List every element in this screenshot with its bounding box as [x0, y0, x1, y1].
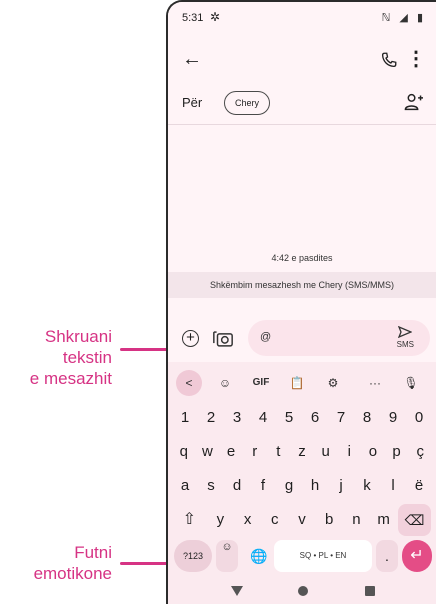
- nav-bar: [168, 580, 436, 604]
- key[interactable]: e: [220, 436, 242, 468]
- enter-key[interactable]: ↵: [402, 540, 432, 572]
- key[interactable]: m: [371, 504, 396, 536]
- keyboard-row-2: q w e r t z u i o p ç: [172, 436, 432, 468]
- key[interactable]: x: [235, 504, 260, 536]
- divider: [168, 124, 436, 125]
- period-key[interactable]: .: [376, 540, 398, 572]
- key[interactable]: n: [344, 504, 369, 536]
- gear-icon: ✲: [210, 10, 221, 24]
- keyboard-toolbar: < ☺ GIF 📋 ⚙ ··· 🎙: [168, 370, 436, 400]
- phone-icon[interactable]: [380, 51, 398, 69]
- key[interactable]: g: [277, 470, 301, 502]
- key[interactable]: w: [197, 436, 219, 468]
- sticker-icon[interactable]: ☺: [212, 370, 238, 396]
- key[interactable]: u: [315, 436, 337, 468]
- key[interactable]: 9: [381, 402, 405, 434]
- gif-icon[interactable]: GIF: [248, 370, 274, 396]
- add-person-icon[interactable]: [404, 93, 424, 111]
- shift-key[interactable]: ⇧: [173, 504, 206, 536]
- emoji-key[interactable]: ☺: [216, 540, 238, 572]
- to-label: Për: [182, 95, 203, 110]
- keyboard-row-4: ⇧ y x c v b n m ⌫: [172, 504, 432, 536]
- conversation-timestamp: 4:42 e pasdites: [271, 253, 333, 263]
- recipient-chip[interactable]: Chery: [224, 91, 271, 115]
- send-icon: [398, 326, 413, 338]
- key[interactable]: f: [251, 470, 275, 502]
- key[interactable]: 3: [225, 402, 249, 434]
- key[interactable]: 4: [251, 402, 275, 434]
- send-sms-button[interactable]: SMS: [397, 326, 414, 349]
- key[interactable]: r: [244, 436, 266, 468]
- more-vert-icon[interactable]: ⋮: [406, 46, 426, 71]
- key[interactable]: a: [173, 470, 197, 502]
- key[interactable]: c: [262, 504, 287, 536]
- microphone-icon[interactable]: 🎙: [398, 370, 424, 396]
- send-label: SMS: [396, 340, 414, 349]
- arrow-left-icon[interactable]: ←: [182, 48, 202, 71]
- key[interactable]: i: [338, 436, 360, 468]
- gallery-camera-icon[interactable]: [212, 329, 234, 348]
- key[interactable]: ç: [409, 436, 431, 468]
- key[interactable]: q: [173, 436, 195, 468]
- nav-recents-icon[interactable]: [365, 586, 375, 596]
- key[interactable]: 5: [277, 402, 301, 434]
- app-bar: ← ⋮: [168, 42, 436, 78]
- conversation-info: Shkëmbim mesazhesh me Chery (SMS/MMS): [168, 272, 436, 298]
- recipient-row: Për Chery: [168, 88, 436, 118]
- key[interactable]: d: [225, 470, 249, 502]
- more-icon[interactable]: ···: [362, 370, 388, 396]
- message-input[interactable]: @ SMS: [248, 320, 430, 356]
- gear-icon[interactable]: ⚙: [320, 370, 346, 396]
- key[interactable]: 0: [407, 402, 431, 434]
- status-icons: ℕ ◢ ▮: [381, 12, 426, 24]
- key[interactable]: t: [268, 436, 290, 468]
- collapse-icon[interactable]: <: [176, 370, 202, 396]
- key[interactable]: 7: [329, 402, 353, 434]
- key[interactable]: 2: [199, 402, 223, 434]
- key[interactable]: y: [208, 504, 233, 536]
- key[interactable]: b: [317, 504, 342, 536]
- key[interactable]: 6: [303, 402, 327, 434]
- clipboard-icon[interactable]: 📋: [284, 370, 310, 396]
- phone-screen: 5:31 ✲ ℕ ◢ ▮ ← ⋮ Për Chery 4:42 e pasdit…: [166, 0, 436, 604]
- key[interactable]: o: [362, 436, 384, 468]
- callout-emoji: Futni emotikone: [33, 543, 112, 583]
- key[interactable]: p: [386, 436, 408, 468]
- emoji-icon: ☺: [221, 541, 233, 553]
- keyboard: < ☺ GIF 📋 ⚙ ··· 🎙 1 2 3 4 5 6 7 8 9 0 q …: [168, 362, 436, 582]
- message-text: @: [260, 331, 272, 343]
- key[interactable]: z: [291, 436, 313, 468]
- space-key[interactable]: SQ • PL • EN: [274, 540, 372, 572]
- keyboard-row-3: a s d f g h j k l ë: [172, 470, 432, 502]
- key[interactable]: 1: [173, 402, 197, 434]
- status-time: 5:31: [182, 12, 204, 24]
- keyboard-row-numbers: 1 2 3 4 5 6 7 8 9 0: [172, 402, 432, 434]
- key[interactable]: k: [355, 470, 379, 502]
- keyboard-row-bottom: ?123 ☺ 🌐 SQ • PL • EN . ↵: [168, 540, 436, 572]
- key[interactable]: v: [289, 504, 314, 536]
- compose-bar: + @ SMS: [168, 318, 436, 360]
- key[interactable]: j: [329, 470, 353, 502]
- callout-compose: Shkruani tekstin e mesazhit: [29, 327, 112, 388]
- key[interactable]: h: [303, 470, 327, 502]
- status-bar: 5:31 ✲ ℕ ◢ ▮: [168, 2, 436, 32]
- backspace-key[interactable]: ⌫: [398, 504, 431, 536]
- key[interactable]: s: [199, 470, 223, 502]
- numeric-key[interactable]: ?123: [174, 540, 212, 572]
- nav-home-icon[interactable]: [298, 586, 308, 596]
- key[interactable]: 8: [355, 402, 379, 434]
- globe-icon[interactable]: 🌐: [248, 540, 270, 572]
- key[interactable]: l: [381, 470, 405, 502]
- nav-back-icon[interactable]: [231, 586, 243, 596]
- key[interactable]: ë: [407, 470, 431, 502]
- add-attachment-icon[interactable]: +: [182, 330, 199, 347]
